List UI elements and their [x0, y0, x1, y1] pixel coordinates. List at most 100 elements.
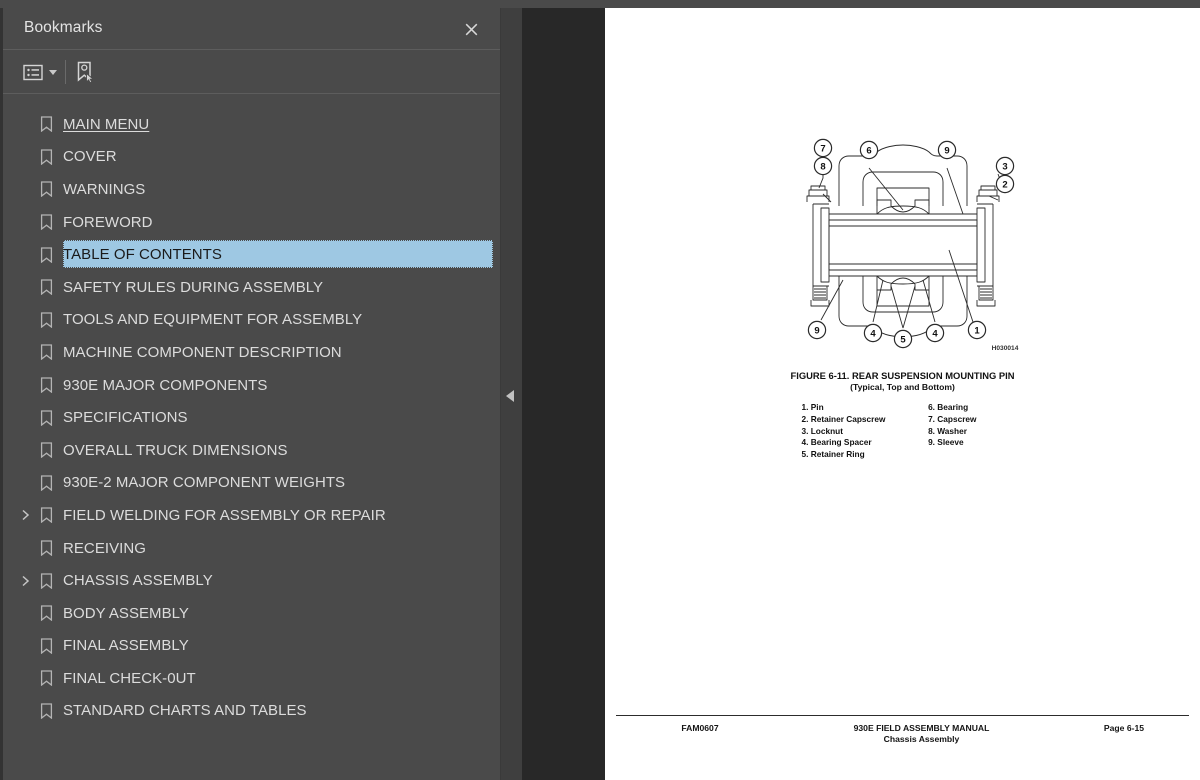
parts-list-entry: 5. Retainer Ring [801, 449, 865, 459]
svg-text:1: 1 [974, 326, 980, 337]
bookmark-item[interactable]: SAFETY RULES DURING ASSEMBLY [3, 271, 499, 304]
bookmark-item-label: FIELD WELDING FOR ASSEMBLY OR REPAIR [63, 506, 386, 524]
bookmark-icon [38, 539, 54, 557]
bookmark-item-label: MAIN MENU [63, 115, 150, 133]
bookmark-item-label: 930E-2 MAJOR COMPONENT WEIGHTS [63, 474, 346, 492]
bookmark-item-label: TOOLS AND EQUIPMENT FOR ASSEMBLY [63, 311, 363, 329]
bookmark-item-label: CHASSIS ASSEMBLY [63, 572, 213, 590]
bookmark-icon [38, 246, 54, 264]
new-bookmark-icon[interactable] [75, 58, 95, 86]
drawing-id: H030014 [991, 345, 1018, 352]
suspension-pin-diagram: 7 8 6 9 3 2 9 4 5 4 1 H030014 [773, 130, 1033, 360]
bookmark-item-label: BODY ASSEMBLY [63, 604, 189, 622]
bookmarks-toolbar [3, 50, 500, 94]
bookmark-icon [38, 376, 54, 394]
bookmark-item-label: FINAL ASSEMBLY [63, 637, 189, 655]
bookmark-item-label: WARNINGS [63, 180, 146, 198]
svg-text:3: 3 [1002, 162, 1007, 173]
parts-list-entry: 9. Sleeve [928, 437, 964, 448]
bookmark-item[interactable]: TOOLS AND EQUIPMENT FOR ASSEMBLY [3, 304, 499, 337]
bookmark-item[interactable]: BODY ASSEMBLY [3, 597, 499, 630]
bookmark-item[interactable]: FINAL ASSEMBLY [3, 630, 499, 663]
top-chrome-bar [0, 0, 1200, 8]
bookmark-item[interactable]: RECEIVING [3, 532, 499, 565]
close-icon[interactable] [460, 18, 482, 40]
chevron-right-icon[interactable] [18, 574, 32, 588]
bookmark-item[interactable]: STANDARD CHARTS AND TABLES [3, 695, 499, 728]
footer-page-number: Page 6-15 [1103, 723, 1145, 733]
chevron-down-icon [49, 69, 57, 75]
bookmark-item[interactable]: COVER [3, 141, 499, 174]
bookmark-item-label: RECEIVING [63, 539, 146, 557]
bookmark-icon [38, 115, 54, 133]
bookmark-item[interactable]: CHASSIS ASSEMBLY [3, 564, 499, 597]
figure-subtitle: (Typical, Top and Bottom) [850, 381, 955, 392]
parts-list-entry: 7. Capscrew [928, 413, 977, 424]
bookmarks-panel: Bookmarks MAIN MENU COVER WARNINGS FOREW… [0, 8, 501, 780]
parts-list-entry: 8. Washer [928, 425, 967, 436]
bookmark-icon [38, 604, 54, 622]
bookmark-icon [38, 311, 54, 329]
parts-list-left-column: 1. Pin 2. Retainer Capscrew 3. Locknut 4. B… [802, 402, 929, 461]
svg-text:4: 4 [870, 329, 876, 340]
parts-list-right-column: 6. Bearing 7. Capscrew 8. Washer 9. Sleeve [928, 402, 1027, 461]
bookmark-item[interactable]: MAIN MENU [3, 108, 499, 141]
figure-block: 7 8 6 9 3 2 9 4 5 4 1 H030014 FIGURE 6-1… [605, 130, 1200, 461]
pdf-viewer-area: 7 8 6 9 3 2 9 4 5 4 1 H030014 FIGURE 6-1… [522, 8, 1200, 780]
svg-text:9: 9 [944, 146, 949, 157]
parts-list-entry: 4. Bearing Spacer [801, 437, 872, 448]
collapse-left-arrow-icon[interactable] [506, 390, 514, 402]
footer-manual-line2: Chassis Assembly [883, 734, 960, 745]
bookmark-icon [38, 474, 54, 492]
list-options-icon[interactable] [23, 58, 57, 86]
parts-list-entry: 2. Retainer Capscrew [801, 413, 886, 424]
footer-manual-title: 930E FIELD ASSEMBLY MANUAL Chassis Assem… [784, 723, 1059, 746]
bookmark-item[interactable]: OVERALL TRUCK DIMENSIONS [3, 434, 499, 467]
bookmark-item[interactable]: TABLE OF CONTENTS [3, 238, 499, 271]
bookmark-icon [38, 343, 54, 361]
bookmark-item-label: SAFETY RULES DURING ASSEMBLY [63, 278, 324, 296]
bookmark-icon [38, 278, 54, 296]
bookmark-icon [38, 702, 54, 720]
bookmark-item-label: SPECIFICATIONS [63, 409, 188, 427]
bookmark-item-label: 930E MAJOR COMPONENTS [63, 376, 268, 394]
pdf-reader-window: Bookmarks MAIN MENU COVER WARNINGS FOREW… [0, 0, 1200, 780]
toolbar-divider [65, 60, 66, 84]
bookmark-item[interactable]: FIELD WELDING FOR ASSEMBLY OR REPAIR [3, 499, 499, 532]
bookmark-icon [38, 148, 54, 166]
bookmark-item[interactable]: FINAL CHECK-0UT [3, 662, 499, 695]
bookmark-icon [38, 180, 54, 198]
parts-list-entry: 6. Bearing [928, 402, 969, 413]
bookmark-item-label: MACHINE COMPONENT DESCRIPTION [63, 343, 342, 361]
panel-title: Bookmarks [24, 19, 103, 36]
svg-text:2: 2 [1002, 180, 1007, 191]
bookmarks-list[interactable]: MAIN MENU COVER WARNINGS FOREWORD TABLE OF C… [3, 95, 499, 780]
bookmark-icon [38, 572, 54, 590]
page-footer: FAM0607 930E FIELD ASSEMBLY MANUAL Chass… [605, 710, 1200, 780]
bookmark-item-label: COVER [63, 148, 117, 166]
chevron-right-icon[interactable] [18, 508, 32, 522]
bookmark-item[interactable]: WARNINGS [3, 173, 499, 206]
bookmark-item-label: TABLE OF CONTENTS [63, 246, 222, 264]
bookmark-icon [38, 669, 54, 687]
bookmark-icon [38, 637, 54, 655]
bookmark-icon [38, 506, 54, 524]
bookmark-item-label: FINAL CHECK-0UT [63, 669, 196, 687]
panel-collapse-strip[interactable] [501, 8, 522, 780]
bookmark-item-label: STANDARD CHARTS AND TABLES [63, 702, 307, 720]
bookmark-item[interactable]: 930E MAJOR COMPONENTS [3, 369, 499, 402]
bookmark-icon [38, 409, 54, 427]
figure-caption: FIGURE 6-11. REAR SUSPENSION MOUNTING PI… [605, 370, 1200, 393]
svg-text:8: 8 [820, 162, 825, 173]
svg-text:5: 5 [900, 335, 906, 346]
parts-list: 1. Pin 2. Retainer Capscrew 3. Locknut 4. B… [778, 402, 1028, 461]
bookmark-item-label: FOREWORD [63, 213, 153, 231]
bookmark-item[interactable]: FOREWORD [3, 206, 499, 239]
figure-title: FIGURE 6-11. REAR SUSPENSION MOUNTING PI… [790, 370, 1015, 381]
bookmark-item[interactable]: 930E-2 MAJOR COMPONENT WEIGHTS [3, 467, 499, 500]
bookmark-item[interactable]: MACHINE COMPONENT DESCRIPTION [3, 336, 499, 369]
footer-doc-code: FAM0607 [681, 723, 719, 733]
svg-text:4: 4 [932, 329, 938, 340]
bookmark-item[interactable]: SPECIFICATIONS [3, 401, 499, 434]
footer-manual-line1: 930E FIELD ASSEMBLY MANUAL [853, 723, 990, 733]
